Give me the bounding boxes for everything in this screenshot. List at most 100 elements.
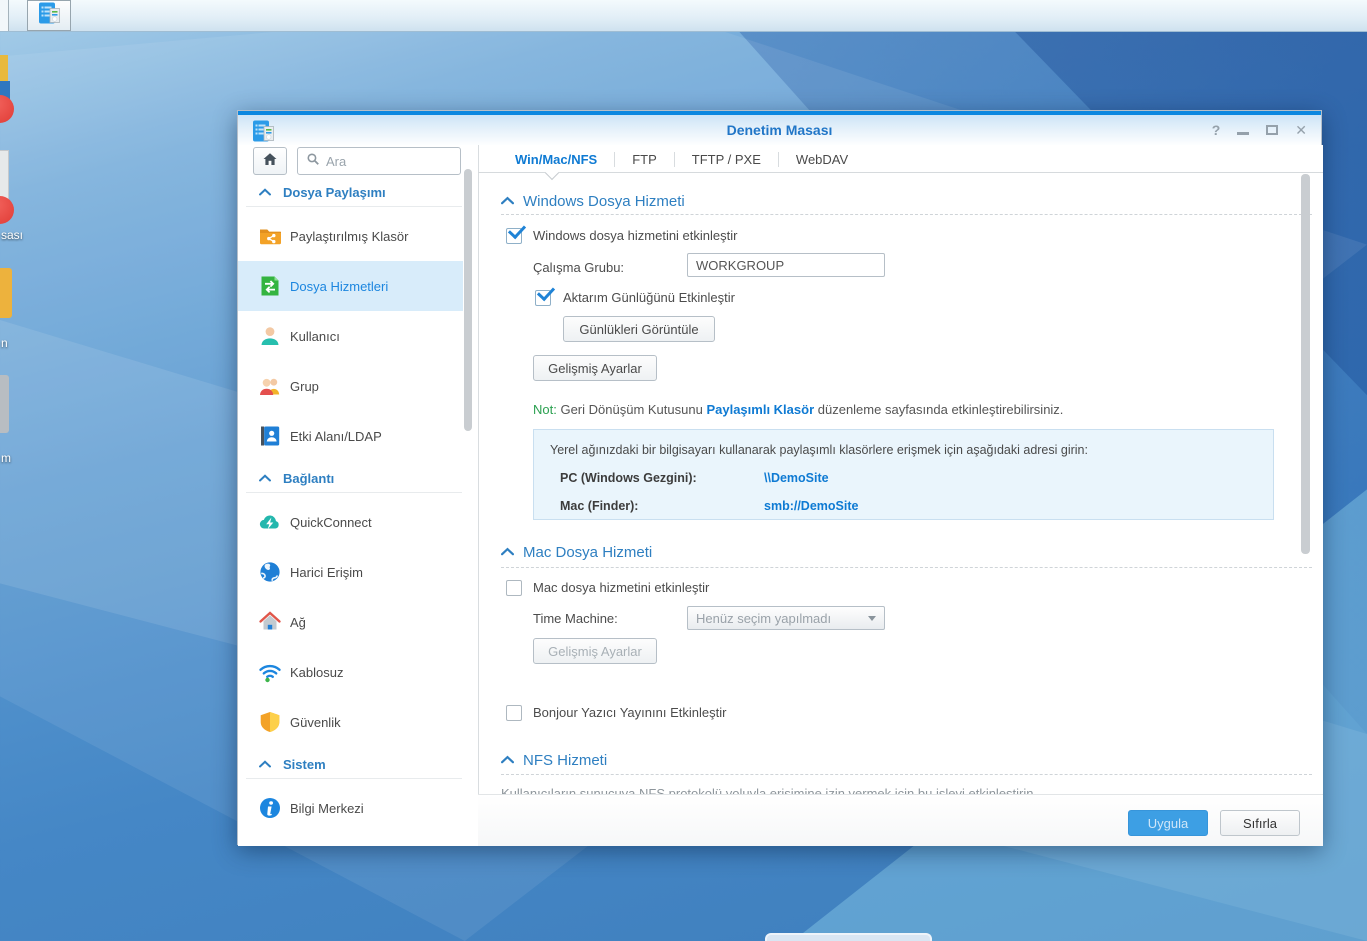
workgroup-input[interactable] [687, 253, 885, 277]
search-input[interactable] [326, 154, 436, 169]
divider [246, 206, 462, 207]
group-icon [258, 374, 282, 398]
sidebar-item-paylastirilmis-klasor[interactable]: Paylaştırılmış Klasör [238, 211, 463, 261]
workgroup-label: Çalışma Grubu: [533, 260, 624, 276]
mac-advanced-settings-button[interactable]: Gelişmiş Ayarlar [533, 638, 657, 664]
pc-address-link[interactable]: \\DemoSite [764, 471, 829, 485]
sidebar-section-sistem[interactable]: Sistem [259, 756, 326, 772]
sidebar-item-label: Kullanıcı [290, 329, 340, 344]
sidebar-item-label: Ağ [290, 615, 306, 630]
checkbox-label: Mac dosya hizmetini etkinleştir [533, 580, 709, 596]
dashed-divider [501, 214, 1312, 215]
tab-tftp-pxe[interactable]: TFTP / PXE [675, 152, 778, 167]
sidebar-item-dosya-hizmetleri[interactable]: Dosya Hizmetleri [238, 261, 463, 311]
tab-webdav[interactable]: WebDAV [779, 152, 865, 167]
desktop-icon-label: m [1, 451, 11, 465]
home-button[interactable] [253, 147, 287, 175]
chevron-up-icon [259, 755, 271, 773]
desktop-icon-label: sası [1, 228, 23, 242]
sidebar-item-label: Dosya Hizmetleri [290, 279, 388, 294]
sidebar-section-label: Sistem [283, 757, 326, 772]
tab-ftp[interactable]: FTP [615, 152, 674, 167]
reset-button[interactable]: Sıfırla [1220, 810, 1300, 836]
maximize-icon[interactable] [1266, 125, 1278, 135]
mac-address-link[interactable]: smb://DemoSite [764, 499, 858, 513]
note-prefix: Not: [533, 402, 557, 417]
checkbox-label: Windows dosya hizmetini etkinleştir [533, 228, 737, 244]
chevron-up-icon [501, 751, 514, 769]
divider [246, 492, 462, 493]
sidebar-item-label: Kablosuz [290, 665, 343, 680]
content-scrollbar-thumb[interactable] [1301, 174, 1310, 554]
taskbar-partial-item[interactable] [0, 0, 9, 31]
sidebar-section-baglanti[interactable]: Bağlantı [259, 470, 334, 486]
sidebar-item-label: QuickConnect [290, 515, 372, 530]
sidebar-item-grup[interactable]: Grup [238, 361, 463, 411]
notification-badge [0, 196, 14, 224]
chevron-up-icon [501, 192, 514, 210]
infobox-intro: Yerel ağınızdaki bir bilgisayarı kullana… [550, 443, 1088, 457]
mac-row-label: Mac (Finder): [560, 499, 638, 513]
chevron-up-icon [259, 469, 271, 487]
control-panel-window: Denetim Masası ? ✕ Dosya Paylaşımı Payla… [237, 110, 1322, 845]
close-icon[interactable]: ✕ [1295, 123, 1307, 137]
desktop-icon-package[interactable] [0, 55, 20, 165]
checkbox-label: Aktarım Günlüğünü Etkinleştir [563, 290, 735, 306]
sidebar-item-guvenlik[interactable]: Güvenlik [238, 697, 463, 747]
bottom-popup-partial[interactable] [765, 933, 932, 941]
tab-win-mac-nfs[interactable]: Win/Mac/NFS [498, 152, 614, 167]
desktop-icon-control-panel[interactable]: sası [0, 150, 20, 250]
sidebar-item-quickconnect[interactable]: QuickConnect [238, 497, 463, 547]
package-icon-fragment [0, 55, 8, 83]
note-text2: düzenleme sayfasında etkinleştirebilirsi… [818, 402, 1064, 417]
sidebar-item-kablosuz[interactable]: Kablosuz [238, 647, 463, 697]
desktop-icon-folder[interactable]: n [0, 268, 20, 358]
dashed-divider [501, 567, 1312, 568]
dashed-divider [501, 774, 1312, 775]
view-logs-button[interactable]: Günlükleri Görüntüle [563, 316, 715, 342]
section-header-mac[interactable]: Mac Dosya Hizmeti [501, 544, 652, 560]
enable-windows-service-checkbox[interactable] [506, 228, 522, 244]
folder-icon-fragment [0, 268, 12, 318]
taskbar-control-panel-button[interactable] [27, 0, 71, 31]
time-machine-label: Time Machine: [533, 611, 618, 627]
enable-mac-service-checkbox[interactable] [506, 580, 522, 596]
section-header-windows[interactable]: Windows Dosya Hizmeti [501, 193, 685, 209]
chevron-up-icon [501, 543, 514, 561]
advanced-settings-button[interactable]: Gelişmiş Ayarlar [533, 355, 657, 381]
sidebar-item-label: Paylaştırılmış Klasör [290, 229, 408, 244]
sidebar-item-harici-erisim[interactable]: Harici Erişim [238, 547, 463, 597]
file-services-icon [258, 274, 282, 298]
chevron-down-icon [868, 616, 876, 621]
taskbar [0, 0, 1367, 32]
sidebar-item-bilgi-merkezi[interactable]: Bilgi Merkezi [238, 783, 463, 833]
sidebar-item-label: Harici Erişim [290, 565, 363, 580]
sidebar-item-etki-alani-ldap[interactable]: Etki Alanı/LDAP [238, 411, 463, 461]
section-header-nfs[interactable]: NFS Hizmeti [501, 752, 607, 768]
info-center-icon [258, 796, 282, 820]
desktop-icon-gray[interactable]: m [0, 375, 20, 475]
pc-row-label: PC (Windows Gezgini): [560, 471, 697, 485]
transfer-log-checkbox[interactable] [535, 290, 551, 306]
sidebar-item-label: Grup [290, 379, 319, 394]
user-icon [258, 324, 282, 348]
minimize-icon[interactable] [1237, 132, 1249, 135]
quickconnect-icon [258, 510, 282, 534]
help-icon[interactable]: ? [1212, 123, 1221, 137]
sidebar-section-dosya-paylasimi[interactable]: Dosya Paylaşımı [259, 184, 386, 200]
time-machine-dropdown[interactable]: Henüz seçim yapılmadı [687, 606, 885, 630]
sidebar-section-label: Bağlantı [283, 471, 334, 486]
sidebar-item-kullanici[interactable]: Kullanıcı [238, 311, 463, 361]
shared-folder-icon [258, 224, 282, 248]
sidebar-item-label: Etki Alanı/LDAP [290, 429, 382, 444]
note-text: Geri Dönüşüm Kutusunu [560, 402, 702, 417]
recycle-bin-note: Not: Geri Dönüşüm Kutusunu Paylaşımlı Kl… [533, 402, 1063, 417]
sidebar-scrollbar-thumb[interactable] [464, 169, 472, 431]
sidebar-item-ag[interactable]: Ağ [238, 597, 463, 647]
network-icon [258, 610, 282, 634]
desktop-icon-label: n [1, 336, 8, 350]
search-box[interactable] [297, 147, 461, 175]
apply-button[interactable]: Uygula [1128, 810, 1208, 836]
bonjour-printer-checkbox[interactable] [506, 705, 522, 721]
shared-folder-link[interactable]: Paylaşımlı Klasör [706, 402, 814, 417]
